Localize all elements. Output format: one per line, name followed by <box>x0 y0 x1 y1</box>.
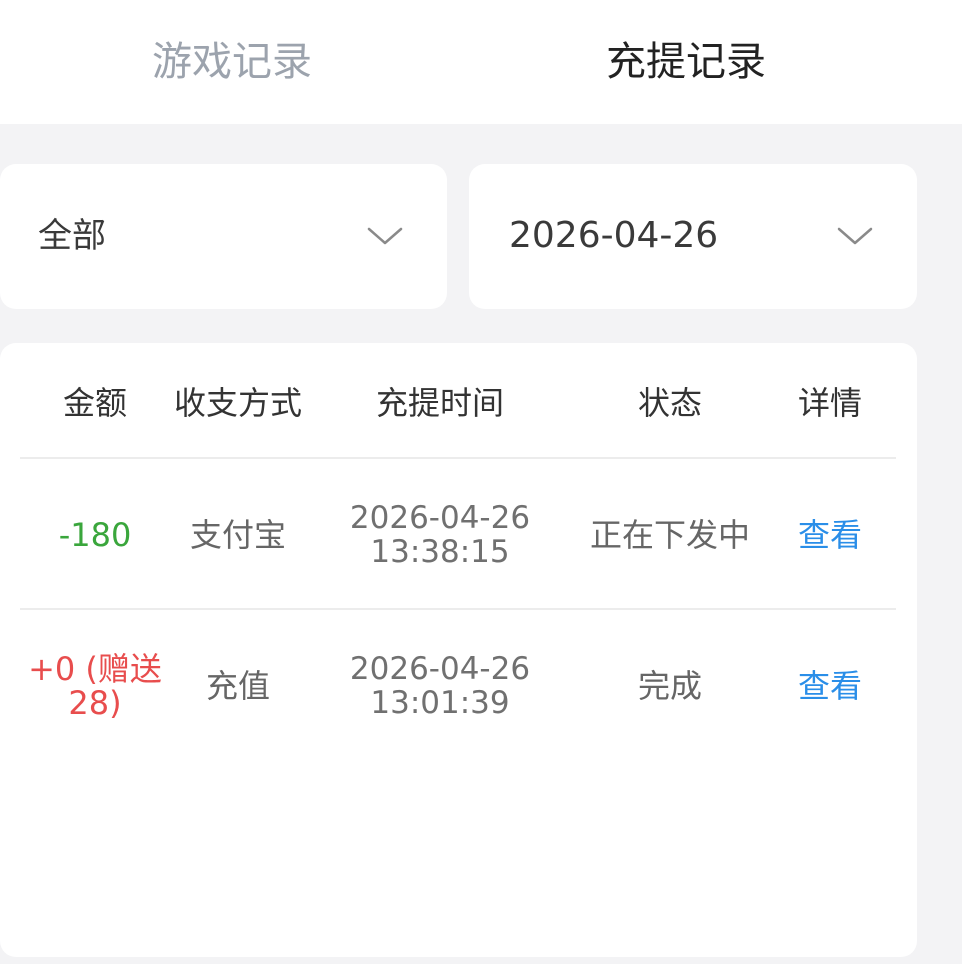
view-detail-link[interactable]: 查看 <box>760 460 900 610</box>
date-filter-value: 2026-04-26 <box>509 215 719 256</box>
divider <box>20 608 896 610</box>
row-method: 支付宝 <box>189 516 286 554</box>
row-time: 2026-04-26 13:01:39 <box>340 611 540 761</box>
tab-game-records[interactable]: 游戏记录 <box>82 30 382 94</box>
header-status: 状态 <box>637 384 702 422</box>
records-table: 金额 收支方式 充提时间 状态 详情 -180 支付宝 2026-04-26 1… <box>0 343 917 957</box>
row-date: 2026-04-26 <box>349 500 531 536</box>
row-method: 充值 <box>205 667 270 705</box>
type-filter-value: 全部 <box>38 216 106 256</box>
date-filter-dropdown[interactable]: 2026-04-26 <box>469 164 917 309</box>
chevron-down-icon <box>367 227 403 245</box>
type-filter-dropdown[interactable]: 全部 <box>0 164 447 309</box>
row-clock: 13:01:39 <box>370 685 510 721</box>
header-amount: 金额 <box>62 384 127 422</box>
table-row: -180 支付宝 2026-04-26 13:38:15 正在下发中 查看 <box>0 460 917 610</box>
header-method: 收支方式 <box>173 384 302 422</box>
header-detail: 详情 <box>797 384 862 422</box>
header-time: 充提时间 <box>375 384 504 422</box>
chevron-down-icon <box>837 227 873 245</box>
row-status: 完成 <box>637 667 702 705</box>
row-amount: +0 (赠送 28) <box>20 611 170 761</box>
row-status: 正在下发中 <box>589 516 750 554</box>
tab-bar: 游戏记录 充提记录 <box>0 0 962 124</box>
view-detail-link[interactable]: 查看 <box>760 611 900 761</box>
row-date: 2026-04-26 <box>349 651 531 687</box>
row-amount: -180 <box>58 516 132 554</box>
row-amount-line2: 28) <box>68 684 122 722</box>
row-time: 2026-04-26 13:38:15 <box>340 460 540 610</box>
tab-recharge-records[interactable]: 充提记录 <box>536 30 836 94</box>
row-clock: 13:38:15 <box>370 534 510 570</box>
divider <box>20 457 896 459</box>
row-amount-line1: +0 (赠送 <box>28 650 162 688</box>
table-row: +0 (赠送 28) 充值 2026-04-26 13:01:39 完成 查看 <box>0 611 917 761</box>
